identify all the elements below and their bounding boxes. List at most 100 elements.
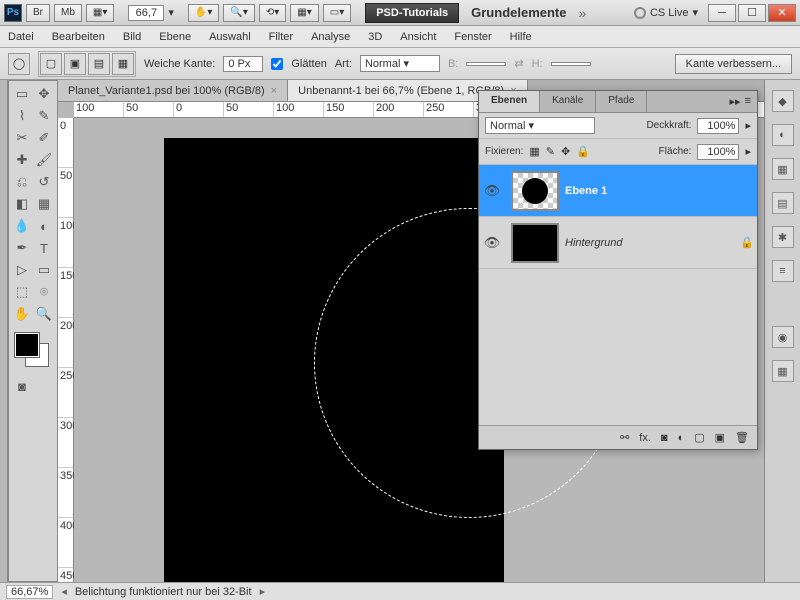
selection-subtract-icon[interactable]: ▤ [88, 53, 110, 75]
zoom-tool-icon[interactable]: 🔍 [33, 303, 55, 325]
pen-tool-icon[interactable]: ✒ [11, 237, 33, 259]
style-select[interactable]: Normal ▾ [360, 55, 440, 72]
lock-transparent-icon[interactable]: ▦ [529, 145, 539, 158]
fill-slider-icon[interactable]: ▸ [745, 145, 751, 158]
menu-3d[interactable]: 3D [368, 31, 382, 43]
menu-datei[interactable]: Datei [8, 31, 34, 43]
selection-intersect-icon[interactable]: ▦ [112, 53, 134, 75]
hand-tool-icon[interactable]: ✋ [11, 303, 33, 325]
color-swatches[interactable] [11, 331, 55, 371]
layer-row[interactable]: 👁 Ebene 1 [479, 165, 757, 217]
history-brush-icon[interactable]: ↺ [33, 171, 55, 193]
gradient-tool-icon[interactable]: ▦ [33, 193, 55, 215]
quickmask-icon[interactable]: ◙ [11, 375, 33, 397]
adjustment-layer-icon[interactable]: ◐ [678, 432, 685, 444]
3d-tool-icon[interactable]: ⬚ [11, 281, 33, 303]
delete-layer-icon[interactable]: 🗑 [735, 431, 749, 444]
zoom-dropdown-icon[interactable]: ▾ [168, 6, 174, 19]
status-right-icon[interactable]: ▸ [260, 585, 266, 598]
bridge-button[interactable]: Br [26, 4, 50, 22]
foreground-color-swatch[interactable] [15, 333, 39, 357]
visibility-toggle-icon[interactable]: 👁 [479, 183, 505, 199]
close-icon[interactable]: × [271, 85, 277, 97]
menu-fenster[interactable]: Fenster [454, 31, 491, 43]
styles-panel-icon[interactable]: ▦ [772, 158, 794, 180]
layer-thumbnail[interactable] [511, 223, 559, 263]
selection-new-icon[interactable]: ▢ [40, 53, 62, 75]
layer-thumbnail[interactable] [511, 171, 559, 211]
workspace-more-icon[interactable]: » [579, 5, 587, 21]
blur-tool-icon[interactable]: 💧 [11, 215, 33, 237]
tab-ebenen[interactable]: Ebenen [479, 91, 540, 112]
panel-menu-icon[interactable]: ≡ [745, 95, 751, 108]
color-panel-icon[interactable]: ✱ [772, 226, 794, 248]
eyedropper-tool-icon[interactable]: ✐ [33, 127, 55, 149]
dodge-tool-icon[interactable]: ◐ [33, 215, 55, 237]
menu-auswahl[interactable]: Auswahl [209, 31, 251, 43]
layer-fx-icon[interactable]: fx. [639, 432, 651, 444]
ruler-vertical[interactable]: 050100150200250300350400450500 [58, 118, 74, 582]
stamp-tool-icon[interactable]: ⎌ [11, 171, 33, 193]
menu-ebene[interactable]: Ebene [159, 31, 191, 43]
zoom-tool-button[interactable]: 🔍▾ [223, 4, 254, 22]
menu-bearbeiten[interactable]: Bearbeiten [52, 31, 105, 43]
close-button[interactable]: ✕ [768, 4, 796, 22]
current-tool-icon[interactable]: ◯ [8, 53, 30, 75]
layer-name[interactable]: Hintergrund [565, 237, 737, 249]
panel-flyout-icon[interactable]: ▸▸ [730, 95, 741, 108]
canvas[interactable] [164, 138, 504, 582]
status-left-icon[interactable]: ◂ [61, 585, 67, 598]
maximize-button[interactable]: ☐ [738, 4, 766, 22]
doc-tab-1[interactable]: Planet_Variante1.psd bei 100% (RGB/8)× [58, 80, 288, 101]
cslive-button[interactable]: CS Live ▾ [634, 6, 698, 19]
fill-input[interactable]: 100% [697, 144, 739, 160]
layer-group-icon[interactable]: ▢ [694, 431, 704, 444]
brush-tool-icon[interactable]: 🖌 [33, 149, 55, 171]
opacity-slider-icon[interactable]: ▸ [745, 119, 751, 132]
minimize-button[interactable]: ─ [708, 4, 736, 22]
antialias-checkbox[interactable] [271, 58, 283, 70]
move-tool-icon[interactable]: ✥ [33, 83, 55, 105]
lock-position-icon[interactable]: ✥ [561, 145, 570, 158]
blend-mode-select[interactable]: Normal ▾ [485, 117, 595, 134]
navigator-panel-icon[interactable]: ◉ [772, 326, 794, 348]
view-extras-button[interactable]: ▦▾ [86, 4, 114, 22]
marquee-tool-icon[interactable]: ▭ [11, 83, 33, 105]
layer-name[interactable]: Ebene 1 [565, 185, 757, 197]
status-zoom[interactable]: 66,67% [6, 585, 53, 599]
left-dock-strip[interactable] [0, 80, 8, 582]
feather-input[interactable]: 0 Px [223, 56, 263, 72]
rotate-view-button[interactable]: ⟲▾ [259, 4, 286, 22]
adjustments-panel-icon[interactable]: ◐ [772, 124, 794, 146]
minibridge-button[interactable]: Mb [54, 4, 82, 22]
lock-pixels-icon[interactable]: ✎ [546, 145, 555, 158]
opacity-input[interactable]: 100% [697, 118, 739, 134]
menu-bild[interactable]: Bild [123, 31, 141, 43]
type-tool-icon[interactable]: T [33, 237, 55, 259]
photoshop-icon[interactable]: Ps [4, 4, 22, 22]
menu-filter[interactable]: Filter [269, 31, 293, 43]
crop-tool-icon[interactable]: ✂ [11, 127, 33, 149]
histogram-panel-icon[interactable]: ≡ [772, 260, 794, 282]
new-layer-icon[interactable]: ▣ [715, 431, 725, 444]
hand-tool-button[interactable]: ✋▾ [188, 4, 219, 22]
path-select-icon[interactable]: ▷ [11, 259, 33, 281]
link-layers-icon[interactable]: ⚯ [620, 431, 629, 444]
tab-pfade[interactable]: Pfade [596, 91, 647, 112]
menu-hilfe[interactable]: Hilfe [510, 31, 532, 43]
shape-tool-icon[interactable]: ▭ [33, 259, 55, 281]
lock-all-icon[interactable]: 🔒 [576, 145, 590, 158]
menu-analyse[interactable]: Analyse [311, 31, 350, 43]
refine-edge-button[interactable]: Kante verbessern... [675, 54, 792, 74]
3d-camera-icon[interactable]: ⌾ [33, 281, 55, 303]
layers-panel-icon[interactable]: ◆ [772, 90, 794, 112]
visibility-toggle-icon[interactable]: 👁 [479, 235, 505, 251]
eraser-tool-icon[interactable]: ◧ [11, 193, 33, 215]
menu-ansicht[interactable]: Ansicht [400, 31, 436, 43]
zoom-level[interactable]: 66,7 [128, 5, 164, 21]
swatches-panel-icon[interactable]: ▤ [772, 192, 794, 214]
healing-tool-icon[interactable]: ✚ [11, 149, 33, 171]
arrange-button[interactable]: ▦▾ [290, 4, 318, 22]
layer-row[interactable]: 👁 Hintergrund 🔒 [479, 217, 757, 269]
info-panel-icon[interactable]: ▦ [772, 360, 794, 382]
